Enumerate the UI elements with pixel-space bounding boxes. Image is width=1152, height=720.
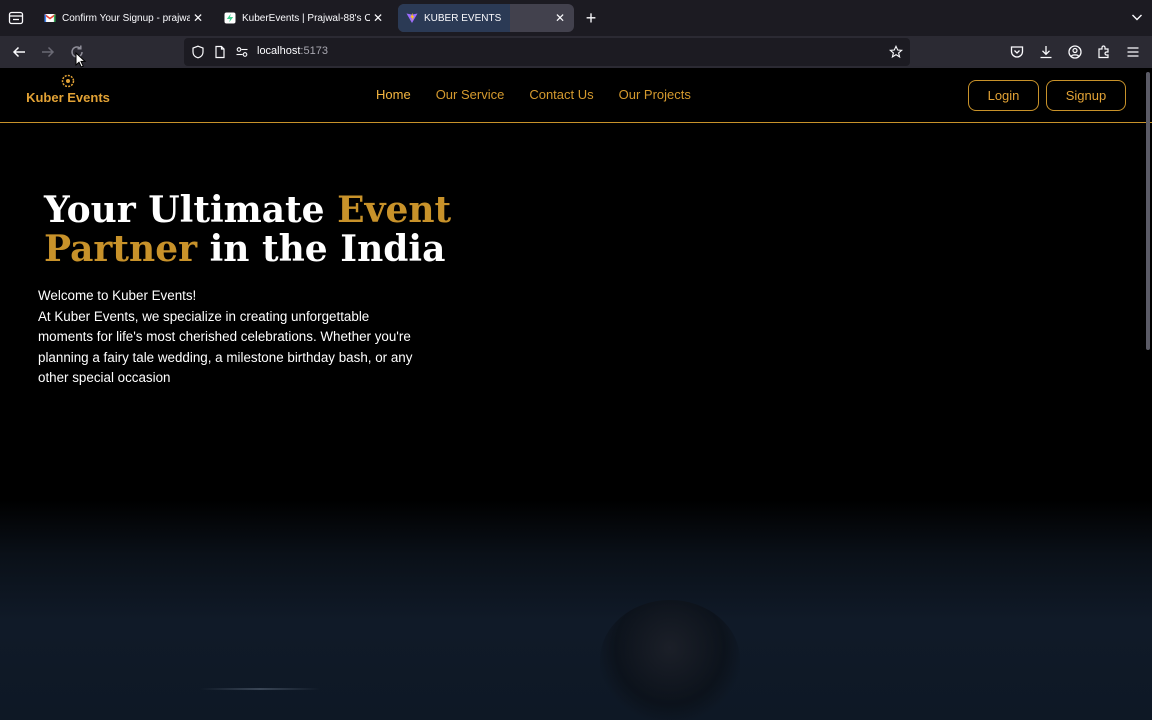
nav-our-service[interactable]: Our Service xyxy=(436,87,505,102)
close-tab-icon[interactable]: ✕ xyxy=(552,10,568,26)
download-icon[interactable] xyxy=(1038,44,1054,60)
bookmark-star-icon[interactable] xyxy=(889,45,903,59)
account-icon[interactable] xyxy=(1067,44,1083,60)
url-text[interactable]: localhost:5173 xyxy=(257,45,328,57)
gmail-icon xyxy=(44,13,56,22)
extensions-icon[interactable] xyxy=(1096,44,1112,60)
site-header: Kuber Events Home Our Service Contact Us… xyxy=(0,68,1152,123)
nav-our-projects[interactable]: Our Projects xyxy=(619,87,691,102)
tab-supabase[interactable]: KuberEvents | Prajwal-88's Org ✕ xyxy=(216,4,392,32)
chevron-down-icon[interactable] xyxy=(1130,10,1144,24)
nav-contact-us[interactable]: Contact Us xyxy=(529,87,593,102)
page-scrollbar[interactable] xyxy=(1146,72,1150,350)
login-button[interactable]: Login xyxy=(968,80,1039,111)
logo-text: Kuber Events xyxy=(26,90,110,105)
address-bar[interactable]: localhost:5173 xyxy=(184,38,910,66)
tab-kuber-events[interactable]: KUBER EVENTS ✕ xyxy=(398,4,574,32)
lotus-logo-icon xyxy=(61,74,75,88)
forward-arrow-icon[interactable] xyxy=(39,43,57,61)
tab-title: Confirm Your Signup - prajwald xyxy=(62,12,190,24)
browser-tab-bar: Confirm Your Signup - prajwald ✕ KuberEv… xyxy=(0,0,1152,36)
shield-icon[interactable] xyxy=(191,45,205,59)
firefox-view-icon[interactable] xyxy=(7,9,25,27)
page-icon[interactable] xyxy=(213,45,227,59)
webpage: Kuber Events Home Our Service Contact Us… xyxy=(0,68,1152,720)
new-tab-button[interactable]: + xyxy=(582,9,600,27)
pocket-icon[interactable] xyxy=(1009,44,1025,60)
vite-icon xyxy=(406,12,418,23)
hero-title: Your Ultimate Event Partner in the India xyxy=(44,189,452,270)
supabase-icon xyxy=(224,12,236,24)
hamburger-menu-icon[interactable] xyxy=(1125,44,1141,60)
main-nav: Home Our Service Contact Us Our Projects xyxy=(376,87,716,102)
browser-toolbar: localhost:5173 xyxy=(0,36,1152,68)
mouse-cursor-icon xyxy=(75,52,87,68)
tab-title: KuberEvents | Prajwal-88's Org xyxy=(242,12,370,24)
tab-gmail[interactable]: Confirm Your Signup - prajwald ✕ xyxy=(36,4,212,32)
tab-title: KUBER EVENTS xyxy=(424,12,502,24)
permissions-icon[interactable] xyxy=(235,45,249,59)
nav-home[interactable]: Home xyxy=(376,87,411,102)
back-arrow-icon[interactable] xyxy=(10,43,28,61)
hero-description: Welcome to Kuber Events! At Kuber Events… xyxy=(38,288,413,385)
site-logo[interactable]: Kuber Events xyxy=(26,74,110,118)
close-tab-icon[interactable]: ✕ xyxy=(190,10,206,26)
hero-background-image xyxy=(0,500,1152,720)
close-tab-icon[interactable]: ✕ xyxy=(370,10,386,26)
signup-button[interactable]: Signup xyxy=(1046,80,1126,111)
